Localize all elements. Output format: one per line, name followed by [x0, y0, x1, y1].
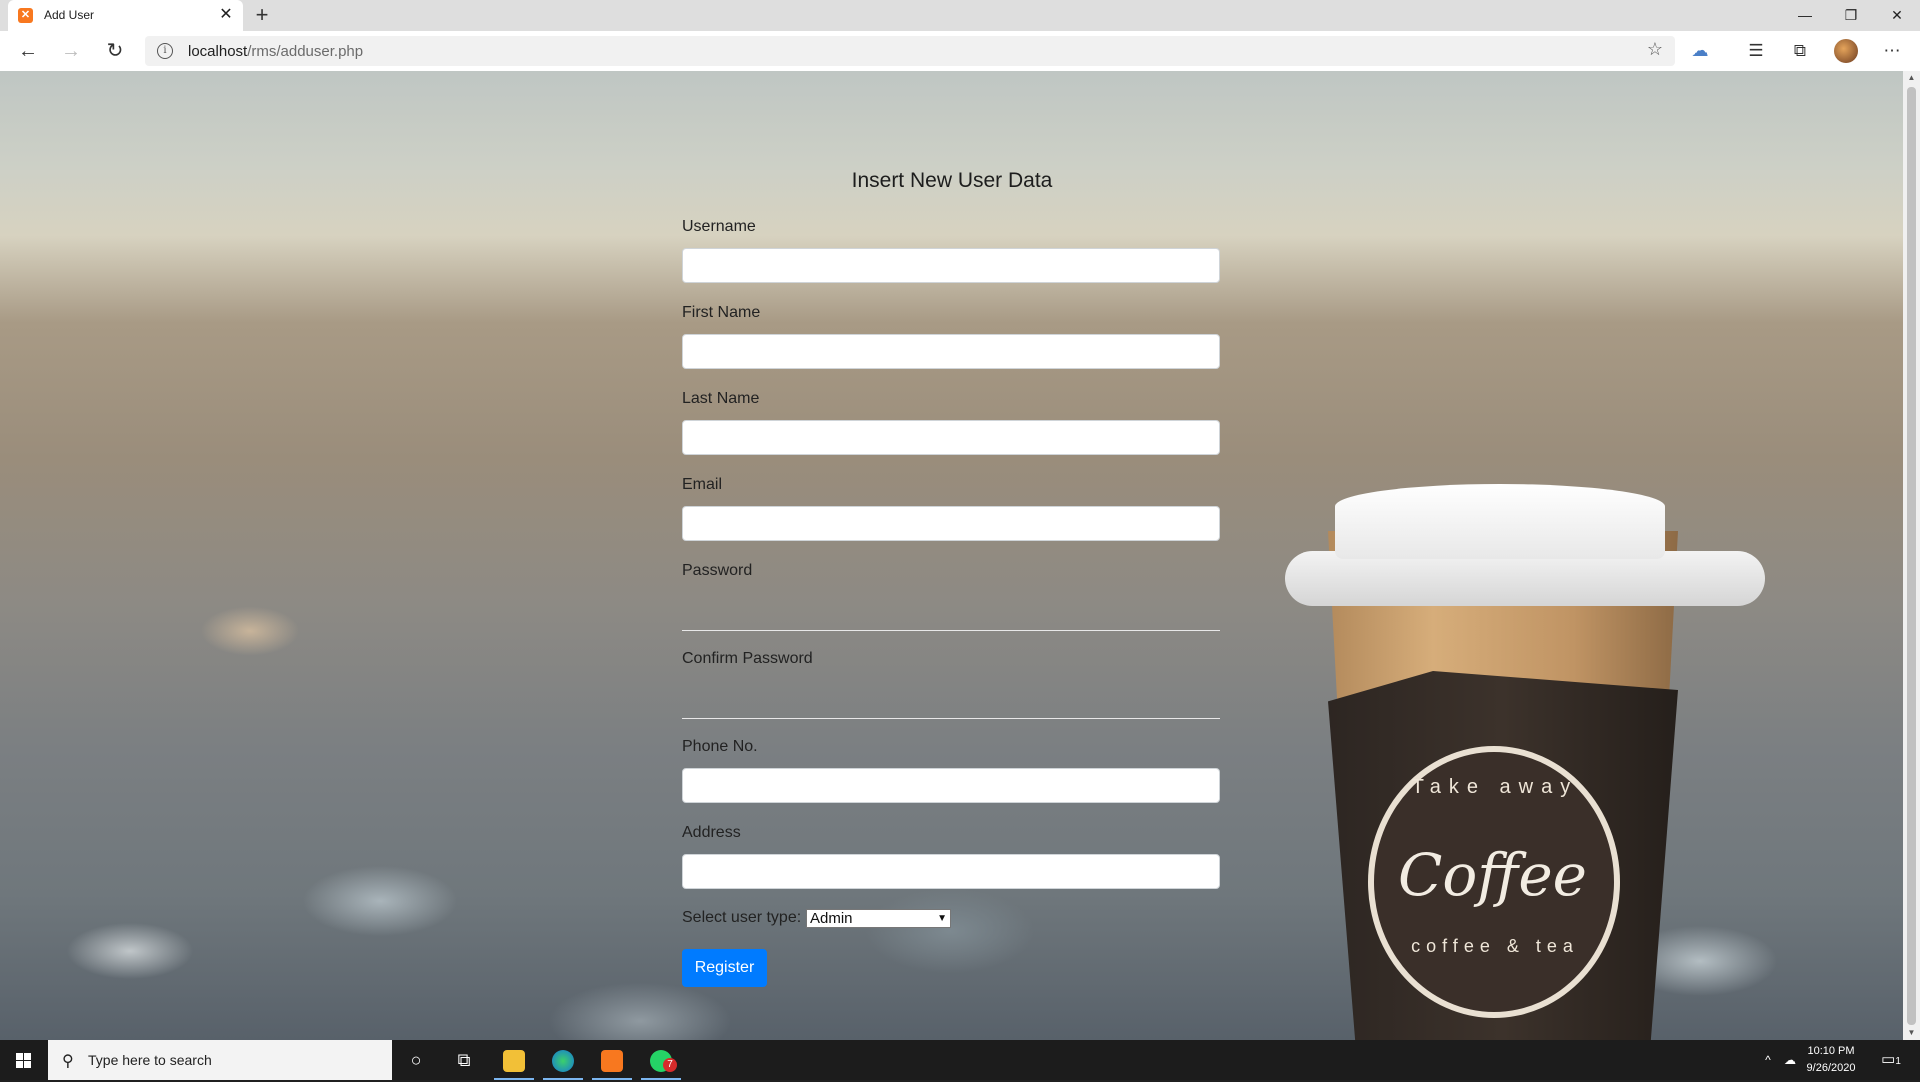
edge-icon[interactable]: [539, 1040, 587, 1080]
xampp-icon: ✕: [18, 8, 33, 23]
taskbar: ⚲ Type here to search ○ ⧉ 7 ^ ☁ 10:10 PM…: [0, 1040, 1920, 1080]
notification-center-icon[interactable]: ▭1: [1876, 1040, 1906, 1080]
phone-label: Phone No.: [682, 738, 758, 755]
xampp-icon[interactable]: [588, 1040, 636, 1080]
coffee-logo-bottom-text: coffee & tea: [1411, 936, 1579, 956]
whatsapp-badge: 7: [663, 1058, 677, 1072]
close-tab-icon[interactable]: ✕: [217, 6, 235, 24]
tab-strip: ✕ Add User ✕ + — ❐ ✕: [0, 0, 1920, 31]
scrollbar-thumb[interactable]: [1907, 87, 1916, 1025]
close-window-button[interactable]: ✕: [1874, 0, 1920, 31]
page-background: Take away Coffee coffee & tea Insert New…: [0, 71, 1903, 1040]
more-icon[interactable]: ⋯: [1880, 39, 1904, 63]
collections-icon[interactable]: ⧉: [1788, 39, 1812, 63]
tab-add-user[interactable]: ✕ Add User ✕: [8, 0, 243, 31]
back-button[interactable]: ←: [14, 37, 42, 65]
windows-icon: [16, 1053, 31, 1068]
coffee-cup-lid-rim: [1285, 551, 1765, 606]
whatsapp-icon[interactable]: 7: [637, 1040, 685, 1080]
user-type-label: Select user type:: [682, 909, 802, 926]
tab-title: Add User: [44, 8, 95, 22]
confirm-password-input[interactable]: [682, 685, 1220, 719]
scroll-down-icon[interactable]: ▼: [1903, 1026, 1920, 1040]
restore-button[interactable]: ❐: [1828, 0, 1874, 31]
profile-avatar[interactable]: [1834, 39, 1858, 63]
reload-button[interactable]: ↻: [101, 37, 129, 65]
user-type-selected-value: Admin: [810, 910, 853, 927]
url-text[interactable]: localhost/rms/adduser.php: [188, 43, 363, 60]
password-input[interactable]: [682, 597, 1220, 631]
clock-date[interactable]: 9/26/2020: [1796, 1062, 1866, 1074]
confirm-password-label: Confirm Password: [682, 650, 813, 667]
search-icon: ⚲: [62, 1053, 74, 1070]
new-tab-button[interactable]: +: [250, 4, 274, 28]
address-bar[interactable]: i localhost/rms/adduser.php ☆: [145, 36, 1675, 66]
search-placeholder: Type here to search: [88, 1052, 212, 1068]
address-input[interactable]: [682, 854, 1220, 889]
email-input[interactable]: [682, 506, 1220, 541]
first-name-input[interactable]: [682, 334, 1220, 369]
task-view-icon[interactable]: ⧉: [440, 1040, 488, 1080]
phone-input[interactable]: [682, 768, 1220, 803]
first-name-label: First Name: [682, 304, 761, 321]
username-label: Username: [682, 218, 756, 235]
cortana-icon[interactable]: ○: [392, 1040, 440, 1080]
username-input[interactable]: [682, 248, 1220, 283]
coffee-cup-lid: [1335, 484, 1665, 559]
coffee-logo-top-text: Take away: [1411, 776, 1579, 798]
form-title: Insert New User Data: [851, 169, 1053, 192]
page-scrollbar[interactable]: ▲ ▼: [1903, 71, 1920, 1040]
onedrive-icon[interactable]: ☁: [1688, 39, 1712, 63]
address-label: Address: [682, 824, 741, 841]
minimize-button[interactable]: —: [1782, 0, 1828, 31]
browser-toolbar: ← → ↻ i localhost/rms/adduser.php ☆ ☁ ☰ …: [0, 31, 1920, 72]
register-button[interactable]: Register: [682, 949, 767, 987]
password-label: Password: [682, 562, 753, 579]
chevron-down-icon: ▼: [937, 913, 947, 924]
email-label: Email: [682, 476, 723, 493]
scroll-up-icon[interactable]: ▲: [1903, 71, 1920, 85]
taskbar-search[interactable]: ⚲ Type here to search: [48, 1040, 392, 1080]
last-name-input[interactable]: [682, 420, 1220, 455]
info-icon[interactable]: i: [157, 43, 173, 59]
file-explorer-icon[interactable]: [490, 1040, 538, 1080]
start-button[interactable]: [0, 1040, 48, 1080]
favorites-icon[interactable]: ☰: [1744, 39, 1768, 63]
user-type-select[interactable]: Admin ▼: [806, 909, 951, 928]
notification-count: 1: [1895, 1056, 1901, 1067]
clock-time[interactable]: 10:10 PM: [1796, 1045, 1866, 1057]
forward-button[interactable]: →: [57, 37, 85, 65]
coffee-logo-text: Coffee: [1397, 841, 1588, 909]
last-name-label: Last Name: [682, 390, 760, 407]
show-hidden-icons-icon[interactable]: ^: [1758, 1040, 1778, 1080]
favorite-star-icon[interactable]: ☆: [1647, 39, 1663, 60]
